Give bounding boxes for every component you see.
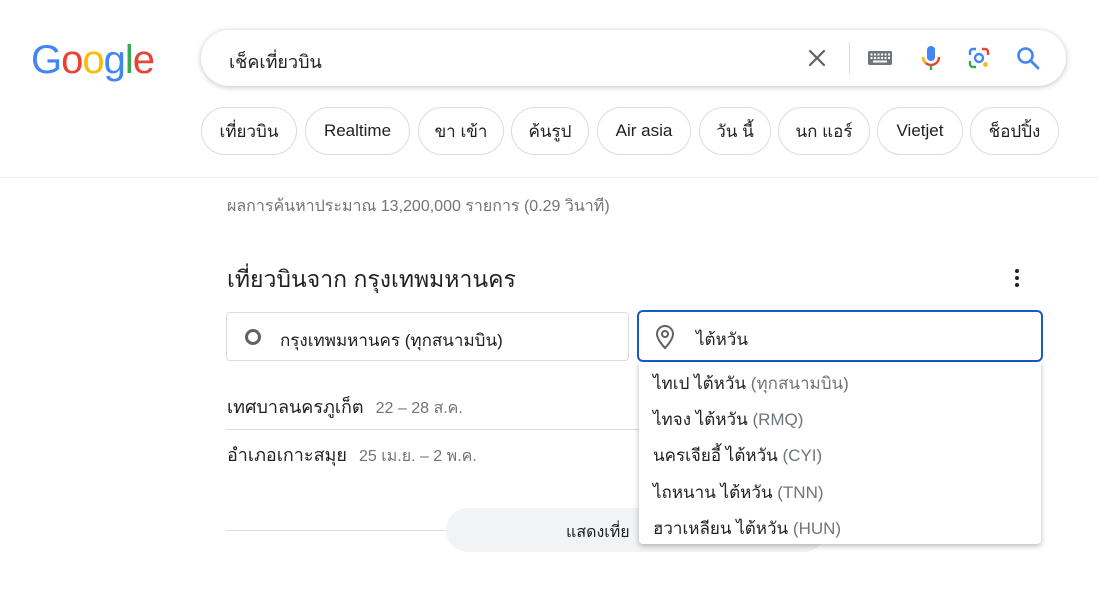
search-input[interactable]: เช็คเที่ยวบิน [229, 47, 322, 76]
chip-arrivals[interactable]: ขา เข้า [418, 107, 504, 155]
autocomplete-option[interactable]: ไถหนาน ไต้หวัน (TNN) [653, 479, 824, 506]
logo-letter-g2: g [103, 38, 126, 82]
result-stats: ผลการค้นหาประมาณ 13,200,000 รายการ (0.29… [227, 198, 610, 215]
suggestion-row[interactable]: อำเภอเกาะสมุย 25 เม.ย. – 2 พ.ค. [227, 440, 477, 469]
destination-value: ไต้หวัน [696, 330, 748, 349]
chip-nok-air[interactable]: นก แอร์ [778, 107, 870, 155]
option-name: ไทเป ไต้หวัน [653, 374, 747, 393]
logo-letter-e: e [132, 38, 155, 82]
suggestion-row[interactable]: เทศบาลนครภูเก็ต 22 – 28 ส.ค. [227, 392, 463, 421]
chip-air-asia[interactable]: Air asia [597, 107, 691, 155]
option-code: (RMQ) [752, 410, 804, 429]
search-box-divider [849, 42, 850, 74]
option-name: ไถหนาน ไต้หวัน [653, 483, 773, 502]
chip-realtime[interactable]: Realtime [305, 107, 410, 155]
logo-letter-l: l [124, 38, 134, 82]
google-logo[interactable]: Google [31, 38, 155, 82]
option-code: (HUN) [792, 519, 842, 538]
origin-input[interactable]: กรุงเทพมหานคร (ทุกสนามบิน) [226, 312, 629, 361]
chip-today[interactable]: วัน นี้ [699, 107, 771, 155]
suggestion-dates: 25 เม.ย. – 2 พ.ค. [358, 448, 477, 465]
camera-lens-icon[interactable] [967, 46, 991, 70]
suggestion-dates: 22 – 28 ส.ค. [375, 400, 463, 417]
autocomplete-option[interactable]: ไทจง ไต้หวัน (RMQ) [653, 406, 803, 433]
microphone-icon[interactable] [919, 44, 943, 72]
location-pin-icon [655, 324, 675, 350]
autocomplete-option[interactable]: ฮวาเหลียน ไต้หวัน (HUN) [653, 515, 841, 542]
suggestion-name: อำเภอเกาะสมุย [227, 445, 347, 465]
option-name: ไทจง ไต้หวัน [653, 410, 748, 429]
header-divider [0, 177, 1098, 178]
logo-letter-o1: o [61, 38, 83, 82]
option-name: นครเจียอี้ ไต้หวัน [653, 446, 778, 465]
option-name: ฮวาเหลียน ไต้หวัน [653, 519, 789, 538]
autocomplete-option[interactable]: นครเจียอี้ ไต้หวัน (CYI) [653, 442, 822, 469]
chip-vietjet[interactable]: Vietjet [877, 107, 963, 155]
flights-title: เที่ยวบินจาก กรุงเทพมหานคร [227, 266, 516, 292]
autocomplete-option[interactable]: ไทเป ไต้หวัน (ทุกสนามบิน) [653, 370, 849, 397]
show-more-label: แสดงเที่ย [566, 524, 630, 541]
suggestion-name: เทศบาลนครภูเก็ต [227, 397, 364, 417]
chip-flights[interactable]: เที่ยวบิน [201, 107, 297, 155]
search-icon[interactable] [1015, 45, 1041, 71]
logo-letter-g: G [31, 38, 62, 82]
origin-circle-icon [245, 329, 261, 345]
option-code: (TNN) [777, 483, 824, 502]
origin-value: กรุงเทพมหานคร (ทุกสนามบิน) [280, 331, 503, 350]
close-icon[interactable] [805, 46, 829, 70]
row-divider [226, 429, 646, 430]
destination-autocomplete: ไทเป ไต้หวัน (ทุกสนามบิน) ไทจง ไต้หวัน (… [639, 362, 1041, 544]
search-box[interactable]: เช็คเที่ยวบิน [201, 30, 1066, 86]
more-options-icon[interactable] [1006, 266, 1028, 290]
keyboard-icon[interactable] [867, 50, 893, 66]
option-code: (ทุกสนามบิน) [750, 374, 849, 393]
option-code: (CYI) [782, 446, 823, 465]
logo-letter-o2: o [82, 38, 104, 82]
chip-shopping[interactable]: ช็อปปิ้ง [970, 107, 1059, 155]
destination-input[interactable]: ไต้หวัน [637, 310, 1043, 362]
chip-images[interactable]: ค้นรูป [511, 107, 589, 155]
